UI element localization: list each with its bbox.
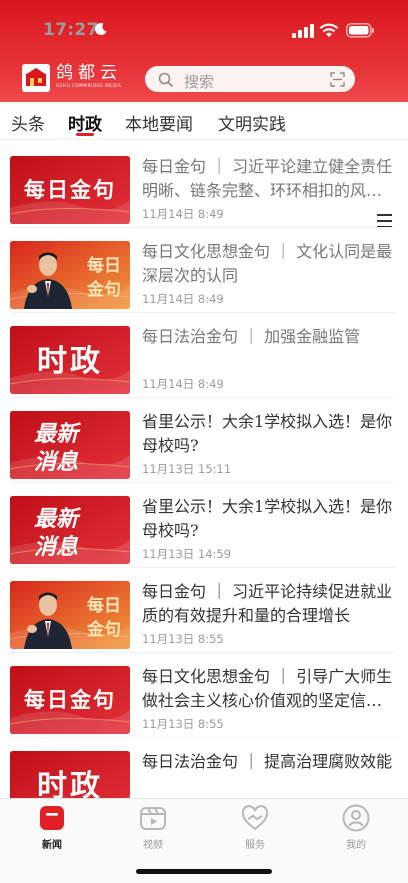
battery-icon <box>346 23 374 38</box>
thumbnail-graphic: 最新消息 <box>10 496 130 564</box>
nav-video[interactable]: 视频 <box>123 803 183 855</box>
news-time: 11月14日 8:49 <box>142 207 224 221</box>
news-item[interactable]: 时政 每日法治金句 ｜ 加强金融监管 11月14日 8:49 <box>0 313 408 398</box>
nav-profile-label: 我的 <box>346 840 366 851</box>
thumbnail-graphic: 每日金句 <box>10 581 130 649</box>
news-thumbnail: 每日金句 <box>10 241 130 309</box>
nav-service[interactable]: 服务 <box>225 803 285 855</box>
news-time: 11月13日 14:59 <box>142 547 232 561</box>
brand-name: 鸽都云 <box>56 63 122 83</box>
news-item[interactable]: 时政 每日法治金句 ｜ 提高治理腐败效能 <box>0 738 408 798</box>
thumbnail-label-line2: 金句 <box>86 619 121 640</box>
active-tab-indicator <box>76 133 94 136</box>
news-time: 11月14日 8:49 <box>142 292 224 306</box>
thumbnail-label: 每日金句 <box>24 688 116 712</box>
scan-icon[interactable] <box>330 72 345 87</box>
news-title: 每日法治金句 ｜ 加强金融监管 <box>142 327 361 346</box>
status-time: 17:27 <box>43 20 99 40</box>
nav-news-label: 新闻 <box>42 840 62 851</box>
thumbnail-graphic: 每日金句 <box>10 241 130 309</box>
tab-headlines[interactable]: 头条 <box>11 110 45 135</box>
channel-tabs: 头条 时政 本地要闻 文明实践 <box>0 102 408 228</box>
search-placeholder: 搜索 <box>184 73 215 91</box>
search-bar[interactable]: 搜索 <box>145 66 355 92</box>
news-time: 11月13日 15:11 <box>142 462 232 476</box>
thumbnail-label-line1: 最新 <box>34 421 82 447</box>
app-logo-icon <box>22 64 50 92</box>
news-title: 每日法治金句 ｜ 提高治理腐败效能 <box>142 752 393 771</box>
tab-politics[interactable]: 时政 <box>68 110 102 135</box>
service-icon <box>241 805 269 831</box>
news-item[interactable]: 每日金句 每日金句 ｜ 习近平论持续促进就业质的有效提升和量的合理增长 11月1… <box>0 568 408 653</box>
video-icon <box>140 807 166 830</box>
home-indicator <box>136 869 272 874</box>
thumbnail-label: 时政 <box>37 344 103 379</box>
app-header: 17:27 鸽都云 GEHU COMMRIDGE MEDIA 搜索 <box>0 0 408 102</box>
brand-subtitle: GEHU COMMRIDGE MEDIA <box>56 84 122 89</box>
news-title: 省里公示！大余1学校拟入选！是你母校吗? <box>142 412 393 455</box>
news-title: 每日金句 ｜ 习近平论持续促进就业质的有效提升和量的合理增长 <box>142 582 393 625</box>
thumbnail-graphic: 时政 <box>10 751 130 798</box>
news-thumbnail: 最新 消息 <box>10 411 130 479</box>
nav-news[interactable]: 新闻 <box>22 803 82 855</box>
nav-profile[interactable]: 我的 <box>326 803 386 855</box>
thumbnail-label-line2: 消息 <box>34 449 79 475</box>
tab-local-news[interactable]: 本地要闻 <box>125 110 193 135</box>
news-time: 11月13日 8:55 <box>142 632 224 646</box>
thumbnail-graphic: 最新消息 <box>10 411 130 479</box>
news-item[interactable]: 每日金句 每日文化思想金句 ｜ 引导广大师生做社会主义核心价值观的坚定信仰者 1… <box>0 653 408 738</box>
news-list: 每日金句 每日金句 ｜ 习近平论建立健全责任明晰、链条完整、环环相扣的风险防控体… <box>0 143 408 798</box>
thumbnail-label-line2: 消息 <box>34 534 79 560</box>
thumbnail-graphic: 每日金句 <box>10 666 130 734</box>
news-title: 每日文化思想金句 ｜ 引导广大师生做社会主义核心价值观的坚定信仰者 <box>142 667 393 710</box>
news-item[interactable]: 最新 消息 省里公示！大余1学校拟入选！是你母校吗? 11月13日 14:59 <box>0 483 408 568</box>
thumbnail-label: 时政 <box>37 769 103 798</box>
news-item[interactable]: 最新 消息 省里公示！大余1学校拟入选！是你母校吗? 11月13日 15:11 <box>0 398 408 483</box>
thumbnail-graphic: 时政 <box>10 326 130 394</box>
news-title: 每日文化思想金句 ｜ 文化认同是最深层次的认同 <box>142 242 393 285</box>
wifi-icon <box>319 23 339 37</box>
news-thumbnail: 每日金句 <box>10 156 130 224</box>
thumbnail-label-line2: 金句 <box>86 279 121 300</box>
thumbnail-label-line1: 每日 <box>87 595 121 616</box>
news-item[interactable]: 每日金句 每日金句 ｜ 习近平论建立健全责任明晰、链条完整、环环相扣的风险防控体… <box>0 143 408 228</box>
news-thumbnail: 最新 消息 <box>10 496 130 564</box>
news-thumbnail: 每日金句 <box>10 581 130 649</box>
news-thumbnail: 时政 <box>10 751 130 798</box>
thumbnail-label-line1: 每日 <box>87 255 121 276</box>
nav-video-label: 视频 <box>143 840 163 851</box>
signal-icon <box>292 24 314 38</box>
news-thumbnail: 每日金句 <box>10 666 130 734</box>
thumbnail-label-line1: 最新 <box>34 506 82 532</box>
search-icon <box>158 72 173 87</box>
news-icon <box>40 806 64 830</box>
moon-icon <box>95 22 107 35</box>
thumbnail-label: 每日金句 <box>24 178 116 202</box>
news-time: 11月13日 8:55 <box>142 717 224 731</box>
news-title: 每日金句 ｜ 习近平论建立健全责任明晰、链条完整、环环相扣的风险防控体系 <box>142 157 393 200</box>
brand: 鸽都云 GEHU COMMRIDGE MEDIA <box>56 63 122 90</box>
news-time: 11月14日 8:49 <box>142 377 224 391</box>
news-title: 省里公示！大余1学校拟入选！是你母校吗? <box>142 497 393 540</box>
profile-icon <box>342 804 370 832</box>
tab-civilization-practice[interactable]: 文明实践 <box>218 110 286 135</box>
status-bar: 17:27 <box>0 0 408 54</box>
thumbnail-graphic: 每日金句 <box>10 156 130 224</box>
news-item[interactable]: 每日金句 每日文化思想金句 ｜ 文化认同是最深层次的认同 11月14日 8:49 <box>0 228 408 313</box>
nav-service-label: 服务 <box>245 840 265 851</box>
news-thumbnail: 时政 <box>10 326 130 394</box>
